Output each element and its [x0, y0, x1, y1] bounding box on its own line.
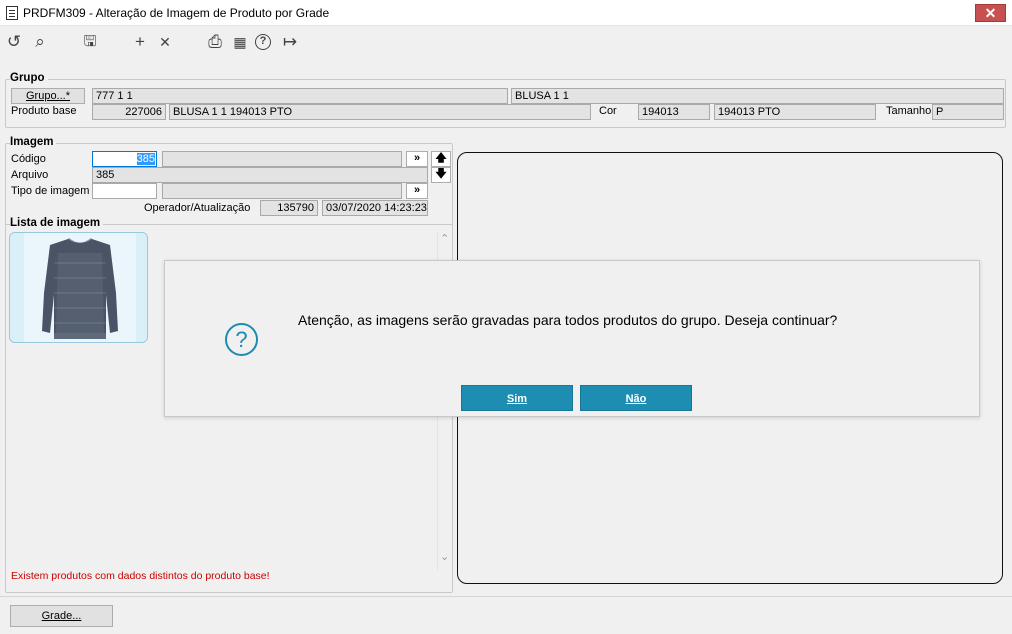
operador-label: Operador/Atualização	[144, 202, 251, 214]
delete-icon[interactable]: ✕	[155, 32, 175, 52]
app-icon	[6, 6, 18, 20]
grade-button[interactable]: Grade...	[10, 605, 113, 627]
tipo-imagem-more-button[interactable]: »	[406, 183, 428, 199]
operador-field[interactable]: 135790	[260, 200, 318, 216]
move-up-button[interactable]: 🡅	[431, 151, 451, 167]
scroll-up-icon[interactable]: ⌃	[440, 232, 449, 245]
cor-code-field[interactable]: 194013	[638, 104, 710, 120]
grupo-code-field[interactable]: 777 1 1	[92, 88, 508, 104]
exit-icon[interactable]: ↦	[280, 32, 300, 52]
codigo-selected-text: 385	[136, 153, 155, 165]
add-icon[interactable]: +	[130, 32, 150, 52]
tamanho-label: Tamanho	[886, 105, 932, 117]
tipo-imagem-label: Tipo de imagem	[11, 185, 90, 197]
arquivo-field[interactable]: 385	[92, 167, 428, 183]
atualizacao-field[interactable]: 03/07/2020 14:23:23	[322, 200, 428, 216]
cor-label: Cor	[599, 105, 617, 117]
sweater-image	[10, 233, 147, 342]
produto-base-label: Produto base	[11, 105, 77, 117]
arquivo-label: Arquivo	[11, 169, 49, 181]
help-icon[interactable]: ?	[255, 34, 271, 50]
tamanho-field[interactable]: P	[932, 104, 1004, 120]
footer-divider	[0, 596, 1012, 597]
image-thumbnail[interactable]	[9, 232, 148, 343]
warning-text: Existem produtos com dados distintos do …	[11, 570, 270, 582]
dialog-message: Atenção, as imagens serão gravadas para …	[298, 312, 838, 328]
search-icon[interactable]: ⌕	[30, 32, 50, 52]
print-icon[interactable]: ⎙	[205, 32, 225, 52]
produto-base-name-field[interactable]: BLUSA 1 1 194013 PTO	[169, 104, 591, 120]
produto-base-code-field[interactable]: 227006	[92, 104, 166, 120]
calendar-icon[interactable]: ▦	[230, 32, 250, 52]
grupo-name-field[interactable]: BLUSA 1 1	[511, 88, 1004, 104]
window-title: PRDFM309 - Alteração de Imagem de Produt…	[23, 6, 330, 20]
imagem-title: Imagem	[10, 136, 57, 148]
tipo-imagem-description-field[interactable]	[162, 183, 402, 199]
title-bar: PRDFM309 - Alteração de Imagem de Produt…	[0, 0, 1012, 26]
move-down-button[interactable]: 🡇	[431, 167, 451, 183]
question-icon: ?	[225, 323, 258, 356]
yes-button[interactable]: Sim	[461, 385, 573, 411]
cor-name-field[interactable]: 194013 PTO	[714, 104, 876, 120]
grupo-title: Grupo	[10, 72, 48, 84]
codigo-label: Código	[11, 153, 46, 165]
save-icon[interactable]: 🖫	[80, 32, 100, 52]
lista-title: Lista de imagem	[10, 217, 104, 229]
codigo-description-field[interactable]	[162, 151, 402, 167]
codigo-more-button[interactable]: »	[406, 151, 428, 167]
close-button[interactable]: ✕	[975, 4, 1006, 22]
confirm-dialog: ? Atenção, as imagens serão gravadas par…	[164, 260, 980, 417]
no-button[interactable]: Não	[580, 385, 692, 411]
codigo-input[interactable]: 385	[92, 151, 157, 167]
scroll-down-icon[interactable]: ⌄	[440, 550, 449, 563]
tipo-imagem-input[interactable]	[92, 183, 157, 199]
undo-icon[interactable]: ↺	[4, 32, 24, 52]
grupo-button[interactable]: Grupo...*	[11, 88, 85, 104]
